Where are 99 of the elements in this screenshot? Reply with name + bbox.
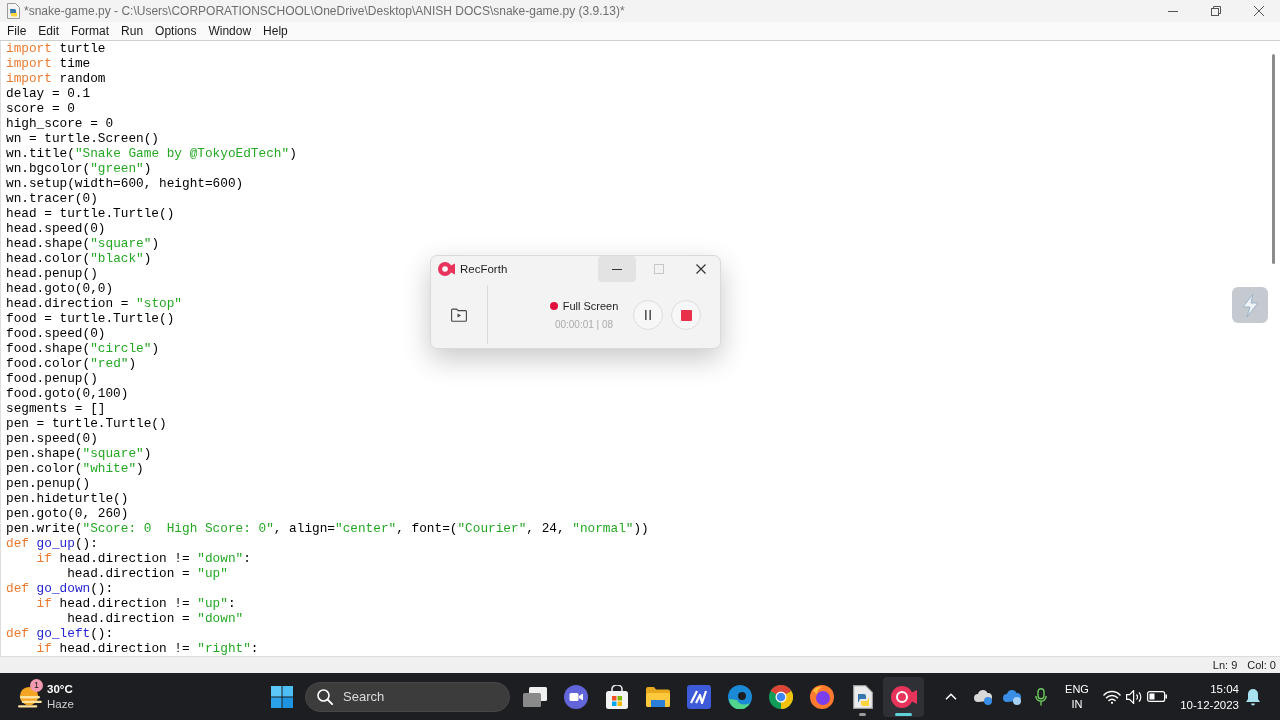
close-icon xyxy=(1253,6,1264,16)
code-line: if head.direction != "right": xyxy=(35,641,259,656)
code-line: food.goto(0,100) xyxy=(6,386,129,401)
folder-icon xyxy=(645,686,670,707)
clock-button[interactable]: 15:04 10-12-2023 xyxy=(1179,676,1239,717)
code-line: pen.write("Score: 0 High Score: 0", align="center", font=("Courier", 24, "normal")) xyxy=(6,521,649,536)
python-file-icon xyxy=(7,3,20,19)
code-line: head.direction = "stop" xyxy=(6,296,182,311)
code-line: pen.goto(0, 260) xyxy=(6,506,129,521)
code-line: head = turtle.Turtle() xyxy=(6,206,175,221)
code-line: wn = turtle.Screen() xyxy=(6,131,160,146)
chevron-up-icon xyxy=(945,693,957,700)
code-line: import time xyxy=(6,56,91,71)
pause-icon xyxy=(645,310,651,320)
menu-item[interactable]: Window xyxy=(202,22,258,40)
code-line: head.goto(0,0) xyxy=(6,281,114,296)
video-camera-icon xyxy=(563,684,588,709)
code-line: segments = [] xyxy=(6,401,106,416)
code-line: head.shape("square") xyxy=(6,236,160,251)
code-line: def go_down(): xyxy=(6,581,114,596)
folder-play-icon xyxy=(451,307,467,322)
cloud-icon xyxy=(973,688,993,705)
shopping-bag-icon xyxy=(605,684,628,709)
code-line: head.speed(0) xyxy=(6,221,106,236)
speaker-icon xyxy=(1126,689,1142,704)
code-line: wn.title("Snake Game by @TokyoEdTech") xyxy=(6,146,297,161)
bolt-tile-icon[interactable] xyxy=(1232,287,1268,323)
code-line: food = turtle.Turtle() xyxy=(6,311,175,326)
segmented-circle-icon xyxy=(768,684,793,709)
menu-item[interactable]: Run xyxy=(115,22,150,40)
code-line: pen.speed(0) xyxy=(6,431,98,446)
code-line: pen.color("white") xyxy=(6,461,144,476)
line-position-label: Ln: 9 xyxy=(1212,659,1238,671)
code-line: def go_up(): xyxy=(6,536,98,551)
menu-item[interactable]: Options xyxy=(149,22,203,40)
code-line: head.direction = "up" xyxy=(66,566,228,581)
code-line: def go_left(): xyxy=(6,626,114,641)
cloud-icon xyxy=(1002,688,1022,705)
code-line: head.color("black") xyxy=(6,251,152,266)
ring-logo-icon xyxy=(809,684,834,709)
code-line: if head.direction != "down": xyxy=(35,551,251,566)
code-line: delay = 0.1 xyxy=(6,86,91,101)
recorder-title: RecForth xyxy=(460,263,508,275)
taskbar-app-button[interactable] xyxy=(883,676,924,717)
zigzag-tile-icon xyxy=(686,684,711,709)
code-line: food.penup() xyxy=(6,371,98,386)
battery-icon xyxy=(1147,691,1167,702)
menu-item[interactable]: File xyxy=(1,22,33,40)
wave-circle-icon xyxy=(727,684,752,709)
code-line: import random xyxy=(6,71,106,86)
restore-icon xyxy=(1210,6,1221,16)
menu-item[interactable]: Edit xyxy=(32,22,66,40)
code-line: wn.bgcolor("green") xyxy=(6,161,152,176)
recording-timer: 00:00:01 | 08 xyxy=(554,319,614,330)
column-position-label: Col: 0 xyxy=(1247,659,1276,671)
open-folder-button[interactable] xyxy=(451,307,467,322)
code-line: high_score = 0 xyxy=(6,116,114,131)
document-icon xyxy=(852,684,873,709)
capture-mode-label: Full Screen xyxy=(562,300,619,312)
code-line: food.speed(0) xyxy=(6,326,106,341)
alert-count-badge: 1 xyxy=(30,678,43,692)
code-line: wn.tracer(0) xyxy=(6,191,98,206)
four-pane-logo-icon xyxy=(271,685,293,708)
code-line: food.shape("circle") xyxy=(6,341,160,356)
code-line: score = 0 xyxy=(6,101,75,116)
stop-button[interactable] xyxy=(671,300,701,330)
menu-item[interactable]: Format xyxy=(65,22,116,40)
code-line: wn.setup(width=600, height=600) xyxy=(6,176,244,191)
maximize-icon xyxy=(654,264,664,274)
code-line: pen = turtle.Turtle() xyxy=(6,416,167,431)
code-line: head.penup() xyxy=(6,266,98,281)
pause-button[interactable] xyxy=(633,300,663,330)
menu-item[interactable]: Help xyxy=(257,22,294,40)
wifi-icon xyxy=(1103,689,1121,704)
code-line: pen.shape("square") xyxy=(6,446,152,461)
minimize-icon xyxy=(612,268,622,270)
code-line: pen.hideturtle() xyxy=(6,491,129,506)
bell-icon xyxy=(1245,687,1261,706)
scrollbar-thumb[interactable] xyxy=(1272,54,1275,264)
code-line: pen.penup() xyxy=(6,476,91,491)
microphone-icon xyxy=(1035,687,1047,706)
search-icon xyxy=(317,688,333,705)
language-indicator[interactable]: ENG IN xyxy=(1056,676,1098,717)
temperature-label: 30°C xyxy=(47,681,74,697)
running-indicator xyxy=(859,712,866,716)
code-line: if head.direction != "up": xyxy=(35,596,236,611)
minimize-icon xyxy=(1167,10,1178,12)
window-title: *snake-game.py - C:\Users\CORPORATIONSCHOOL\OneDrive\Desktop\ANISH DOCS\snake-game.py (3.9.13)* xyxy=(24,4,625,18)
record-camera-icon xyxy=(890,685,917,708)
close-icon xyxy=(696,264,706,274)
search-field[interactable]: Search xyxy=(305,681,510,712)
code-line: head.direction = "down" xyxy=(66,611,244,626)
record-camera-icon xyxy=(438,262,455,276)
code-line: food.color("red") xyxy=(6,356,137,371)
weather-condition-label: Haze xyxy=(47,696,74,712)
running-indicator xyxy=(895,712,912,716)
overlapping-windows-icon xyxy=(522,686,547,707)
code-line: import turtle xyxy=(6,41,106,56)
stop-icon xyxy=(680,309,692,321)
